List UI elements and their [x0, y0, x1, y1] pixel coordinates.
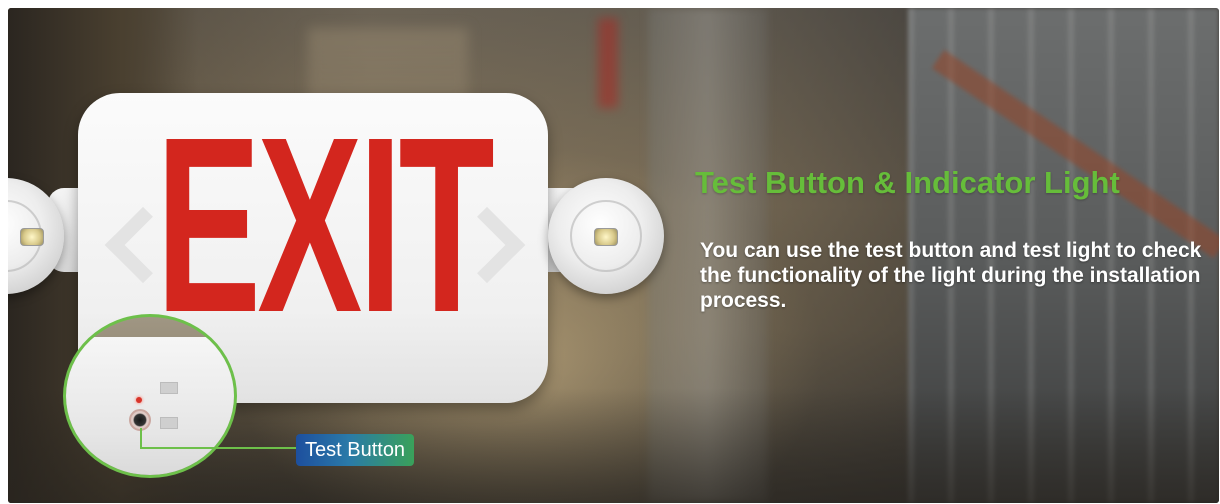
hero-banner: EXIT Test Button Test Button & Indicator…	[8, 8, 1219, 503]
feature-description: You can use the test button and test lig…	[700, 239, 1202, 312]
feature-heading: Test Button & Indicator Light	[695, 165, 1120, 200]
zoom-detail-circle	[63, 314, 237, 478]
callout-leader-line	[140, 447, 300, 449]
mount-slot	[160, 382, 178, 394]
led-bulb	[594, 228, 618, 246]
background-fire-sign	[598, 18, 618, 108]
mount-slot	[160, 417, 178, 429]
callout-leader-line	[140, 428, 142, 448]
sign-corner-closeup	[66, 337, 234, 475]
test-button-callout: Test Button	[296, 434, 415, 466]
lamp-head-right	[548, 178, 664, 294]
exit-sign-lettering: EXIT	[156, 85, 495, 364]
indicator-light	[136, 397, 142, 403]
led-bulb	[20, 228, 44, 246]
